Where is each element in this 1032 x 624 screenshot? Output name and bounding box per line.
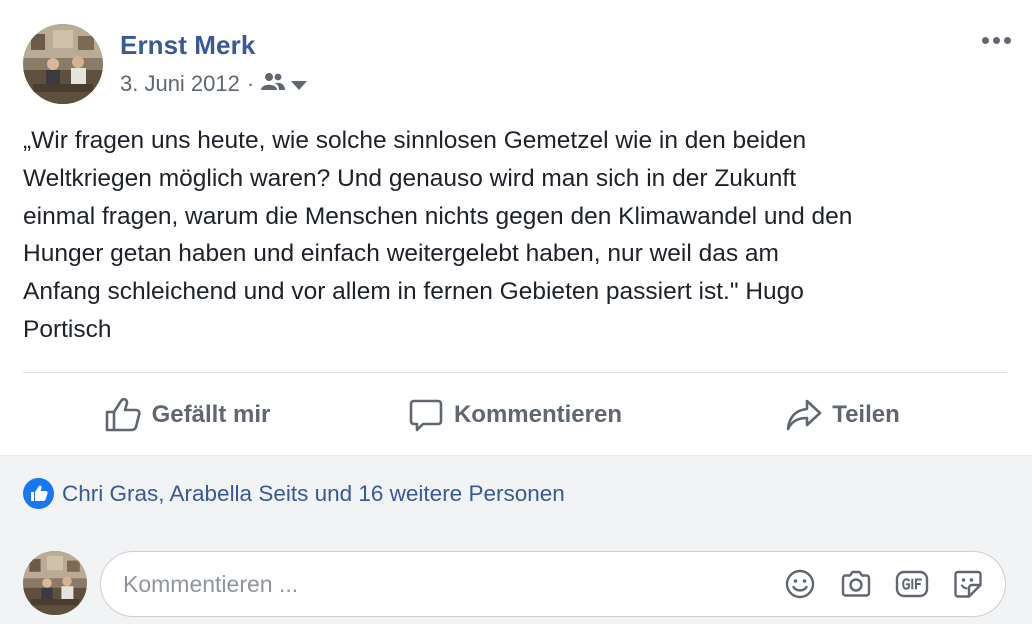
meta-separator: · bbox=[246, 71, 255, 96]
share-label: Teilen bbox=[832, 401, 900, 428]
camera-icon[interactable] bbox=[839, 567, 873, 601]
current-user-avatar[interactable] bbox=[23, 551, 87, 615]
post-meta: 3. Juni 2012 · bbox=[120, 70, 308, 98]
emoji-icon[interactable] bbox=[783, 567, 817, 601]
thumbs-up-icon bbox=[104, 397, 142, 433]
more-dot-icon bbox=[992, 36, 1000, 44]
comment-area bbox=[0, 533, 1032, 624]
friends-icon bbox=[260, 71, 286, 97]
like-reaction-icon bbox=[23, 478, 54, 509]
chevron-down-icon bbox=[290, 71, 308, 97]
like-button[interactable]: Gefällt mir bbox=[23, 380, 351, 450]
sticker-icon[interactable] bbox=[951, 567, 985, 601]
action-bar: Gefällt mir Kommentieren Teilen bbox=[23, 380, 1007, 450]
more-dot-icon bbox=[981, 36, 989, 44]
comment-input[interactable] bbox=[123, 552, 763, 616]
author-name[interactable]: Ernst Merk bbox=[120, 30, 255, 61]
likes-summary: Chri Gras, Arabella Seits und 16 weitere… bbox=[0, 455, 1032, 533]
share-button[interactable]: Teilen bbox=[679, 380, 1007, 450]
more-dot-icon bbox=[1003, 36, 1011, 44]
comment-tools bbox=[783, 567, 985, 601]
post-text: „Wir fragen uns heute, wie solche sinnlo… bbox=[23, 127, 853, 343]
audience-selector[interactable] bbox=[260, 71, 308, 97]
like-label: Gefällt mir bbox=[151, 401, 271, 428]
post-date[interactable]: 3. Juni 2012 bbox=[120, 71, 240, 97]
post-card: Ernst Merk 3. Juni 2012 · „Wir fragen un… bbox=[0, 0, 1032, 624]
more-options-button[interactable] bbox=[978, 28, 1014, 52]
share-arrow-icon bbox=[786, 398, 822, 432]
author-avatar[interactable] bbox=[23, 24, 103, 104]
gif-icon[interactable] bbox=[895, 567, 929, 601]
likes-text[interactable]: Chri Gras, Arabella Seits und 16 weitere… bbox=[62, 481, 565, 507]
comment-bubble-icon bbox=[408, 397, 444, 433]
comment-label: Kommentieren bbox=[453, 401, 623, 428]
divider bbox=[23, 372, 1007, 373]
comment-box bbox=[100, 551, 1006, 617]
comment-button[interactable]: Kommentieren bbox=[351, 380, 679, 450]
